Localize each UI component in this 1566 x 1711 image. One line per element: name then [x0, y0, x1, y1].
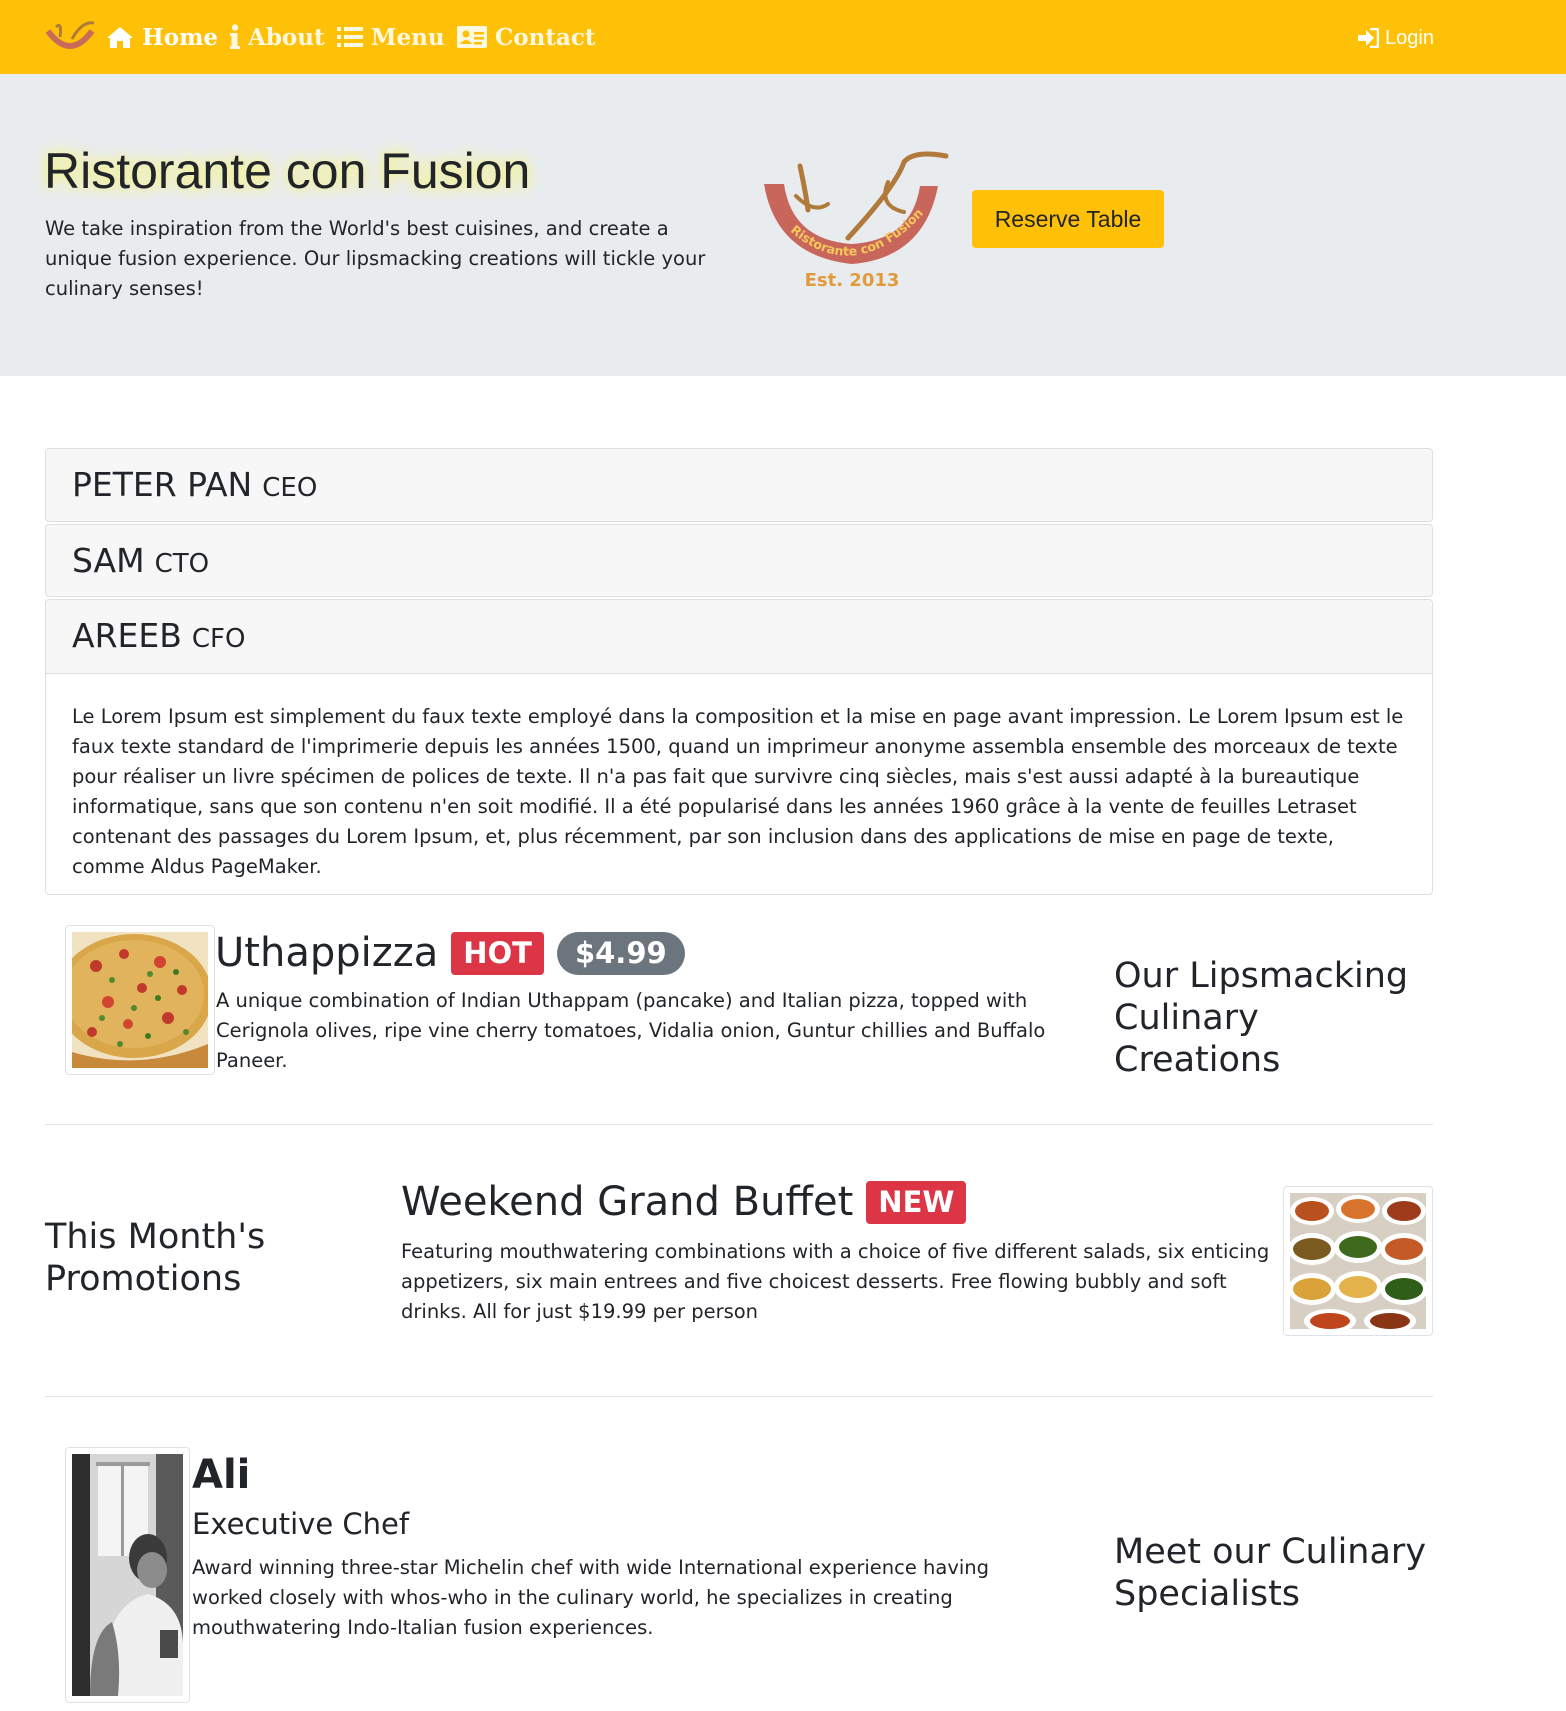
leader-role: CFO: [191, 624, 246, 654]
info-icon: [230, 24, 240, 50]
accordion-body: Le Lorem Ipsum est simplement du faux te…: [45, 673, 1433, 895]
accordion-header-sam[interactable]: SAM CTO: [45, 524, 1433, 597]
navbar: Home About Menu Contact Login: [0, 0, 1566, 74]
chef-name-row: Ali: [192, 1451, 250, 1499]
leader-name: SAM: [72, 541, 145, 580]
leader-name: PETER PAN: [72, 465, 253, 504]
dish-name: Uthappizza: [215, 930, 439, 976]
dish-description: A unique combination of Indian Uthappam …: [216, 989, 1046, 1072]
new-badge: NEW: [866, 1180, 967, 1224]
restaurant-logo: Ristorante con Fusion Est. 2013: [756, 146, 968, 296]
sign-in-icon: [1357, 28, 1379, 48]
promotion-name: Weekend Grand Buffet: [401, 1179, 854, 1225]
divider: [45, 1124, 1433, 1125]
chef-name: Ali: [192, 1452, 251, 1498]
nav-home[interactable]: Home: [106, 20, 218, 54]
nav-contact-label: Contact: [495, 23, 596, 51]
login-label: Login: [1385, 26, 1434, 49]
promotion-section-heading: This Month's Promotions: [45, 1217, 266, 1299]
chef-photo: [65, 1447, 190, 1703]
list-icon: [337, 26, 363, 48]
leader-name: AREEB: [72, 616, 182, 655]
promotion-description: Featuring mouthwatering combinations wit…: [401, 1240, 1270, 1323]
address-card-icon: [457, 25, 487, 49]
leader-section-heading: Meet our Culinary Specialists: [1114, 1532, 1427, 1614]
nav-contact[interactable]: Contact: [457, 20, 596, 54]
divider: [45, 1396, 1433, 1397]
leader-role: CTO: [154, 549, 210, 579]
nav-menu[interactable]: Menu: [337, 20, 445, 54]
leader-role: CEO: [262, 473, 318, 503]
buffet-image: [1283, 1186, 1433, 1336]
dish-title-row: Uthappizza HOT $4.99: [215, 925, 685, 981]
dish-section-heading: Our Lipsmacking Culinary Creations: [1114, 956, 1409, 1080]
jumbotron: Ristorante con Fusion We take inspiratio…: [0, 74, 1566, 376]
price-badge: $4.99: [556, 931, 685, 975]
hot-badge: HOT: [451, 931, 544, 975]
reserve-table-button[interactable]: Reserve Table: [972, 190, 1164, 248]
brand-logo[interactable]: [44, 17, 96, 57]
promotion-title-row: Weekend Grand Buffet NEW: [401, 1179, 967, 1225]
jumbotron-text: We take inspiration from the World's bes…: [45, 217, 706, 300]
nav-home-label: Home: [142, 23, 219, 51]
nav-menu-label: Menu: [371, 23, 445, 51]
page-title: Ristorante con Fusion: [44, 143, 531, 199]
login-link[interactable]: Login: [1357, 24, 1434, 52]
accordion-header-peter-pan[interactable]: PETER PAN CEO: [45, 448, 1433, 522]
uthappizza-image: [65, 925, 215, 1075]
nav-about[interactable]: About: [230, 20, 325, 54]
chef-designation: Executive Chef: [192, 1507, 410, 1541]
accordion-header-areeb[interactable]: AREEB CFO: [45, 599, 1433, 674]
nav-about-label: About: [248, 23, 325, 51]
chef-description: Award winning three-star Michelin chef w…: [192, 1556, 990, 1639]
logo-est-text: Est. 2013: [805, 270, 900, 291]
home-icon: [106, 25, 134, 49]
